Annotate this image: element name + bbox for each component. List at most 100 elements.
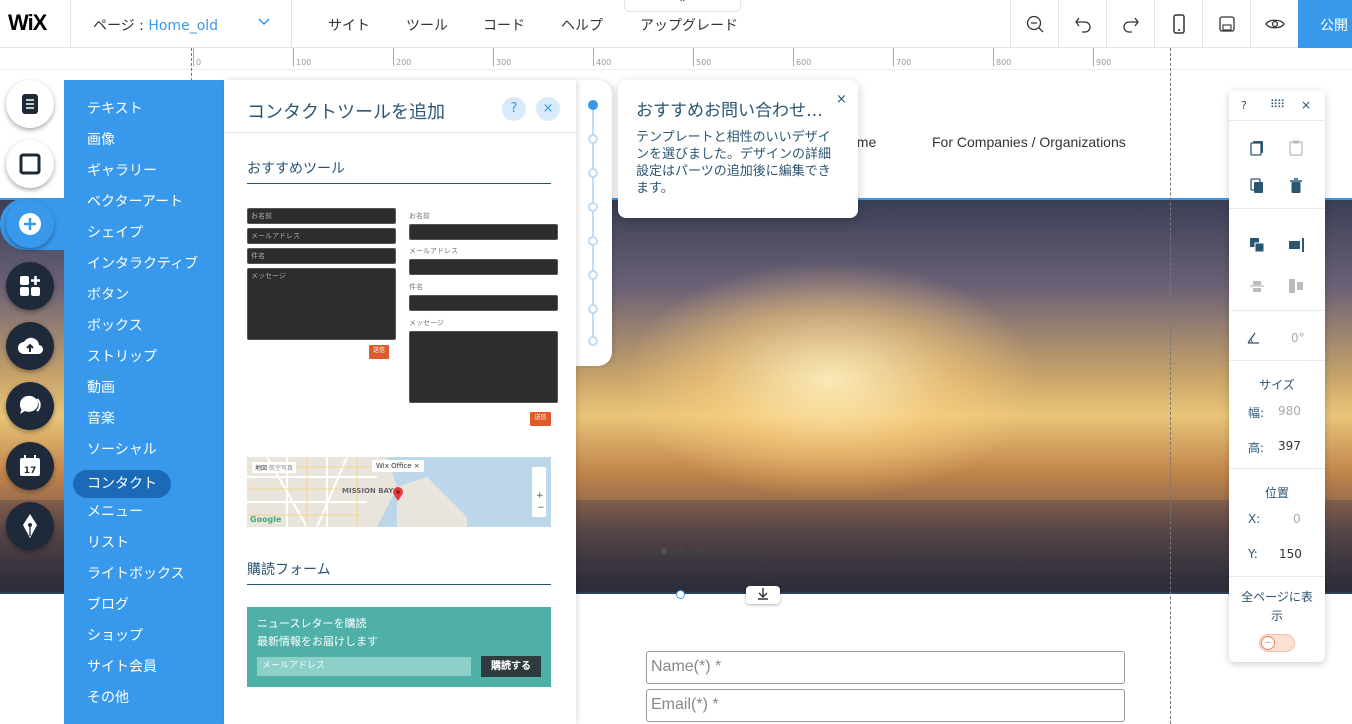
category-item[interactable]: コンタクト xyxy=(73,470,171,498)
delete-icon[interactable] xyxy=(1286,176,1306,196)
pen-icon xyxy=(23,514,37,538)
paste-icon[interactable] xyxy=(1286,138,1306,158)
zoom-out-icon[interactable] xyxy=(1010,0,1058,48)
distribute-icon[interactable] xyxy=(1247,276,1267,296)
newsletter-form-thumb[interactable]: ニュースレターを購読 最新情報をお届けします メールアドレス 購読する xyxy=(247,607,551,687)
preview-icon[interactable] xyxy=(1250,0,1298,48)
category-item[interactable]: ボックス xyxy=(64,315,224,346)
scroll-dot[interactable] xyxy=(588,304,598,314)
rotation-value[interactable]: 0° xyxy=(1291,331,1305,345)
category-item[interactable]: リスト xyxy=(64,532,224,563)
mobile-icon[interactable] xyxy=(1154,0,1202,48)
menu-tools[interactable]: ツール xyxy=(406,15,448,35)
copy-icon[interactable] xyxy=(1247,138,1267,158)
save-icon[interactable] xyxy=(1202,0,1250,48)
recommended-tooltip: おすすめお問い合わせ… テンプレートと相性のいいデザインを選びました。デザインの… xyxy=(618,80,858,218)
redo-icon[interactable] xyxy=(1106,0,1154,48)
strip-stretch-handle[interactable] xyxy=(746,586,780,604)
rotate-icon[interactable] xyxy=(1243,328,1263,348)
scroll-dot[interactable] xyxy=(588,236,598,246)
section-divider xyxy=(247,183,551,184)
inspector-help[interactable]: ? xyxy=(1241,99,1247,112)
arrange-icon[interactable] xyxy=(1247,235,1267,255)
section-scroll-nav[interactable] xyxy=(576,80,612,366)
form-field xyxy=(409,259,558,275)
category-item[interactable]: サイト会員 xyxy=(64,656,224,687)
ruler-tick: 700 xyxy=(893,48,911,67)
add-categories-panel: テキスト 画像 ギャラリー ベクターアート シェイプ インタラクティブ ボタン ボックス ストリ… xyxy=(64,80,224,724)
category-item[interactable]: シェイプ xyxy=(64,222,224,253)
category-item[interactable]: 画像 xyxy=(64,129,224,160)
bookings-button[interactable]: 17 xyxy=(6,442,54,490)
show-all-pages-toggle[interactable]: − xyxy=(1259,634,1295,652)
form-field: メッセージ xyxy=(247,268,396,340)
undo-icon[interactable] xyxy=(1058,0,1106,48)
category-item[interactable]: ブログ xyxy=(64,594,224,625)
scroll-dot[interactable] xyxy=(588,270,598,280)
background-button[interactable] xyxy=(6,140,54,188)
inspector-close[interactable]: × xyxy=(1301,98,1311,112)
collapse-toolbar-tab[interactable]: ⌃ xyxy=(624,0,741,12)
category-item[interactable]: ギャラリー xyxy=(64,160,224,191)
email-field[interactable]: Email(*) * xyxy=(646,689,1125,722)
help-button[interactable]: ? xyxy=(502,97,526,121)
site-nav-item[interactable]: For Companies / Organizations xyxy=(932,134,1126,150)
category-item[interactable]: ショップ xyxy=(64,625,224,656)
name-field[interactable]: Name(*) * xyxy=(646,651,1125,684)
scroll-dot-active[interactable] xyxy=(588,100,598,110)
upload-button[interactable] xyxy=(6,322,54,370)
category-item[interactable]: ボタン xyxy=(64,284,224,315)
form-label: お名前 xyxy=(409,212,430,220)
scroll-dot[interactable] xyxy=(588,168,598,178)
ruler-tick: 300 xyxy=(493,48,511,67)
google-map-thumb[interactable]: 地図 航空写真 Wix Office × MISSION BAY Google … xyxy=(247,457,551,527)
category-item[interactable]: ソーシャル xyxy=(64,439,224,470)
toggle-knob: − xyxy=(1261,636,1275,650)
match-size-icon[interactable] xyxy=(1286,276,1306,296)
category-item[interactable]: ベクターアート xyxy=(64,191,224,222)
scroll-dot[interactable] xyxy=(588,134,598,144)
y-label: Y: xyxy=(1248,547,1258,561)
category-item[interactable]: 動画 xyxy=(64,377,224,408)
form-field xyxy=(409,295,558,311)
align-icon[interactable] xyxy=(1286,235,1306,255)
tooltip-close-icon[interactable]: × xyxy=(836,92,847,107)
category-item[interactable]: テキスト xyxy=(64,98,224,129)
close-button[interactable]: × xyxy=(536,97,560,121)
publish-button[interactable]: 公開 xyxy=(1298,0,1352,48)
contact-form-thumb-2[interactable]: お名前 メールアドレス 件名 メッセージ 送信 xyxy=(409,208,559,428)
add-button[interactable] xyxy=(6,200,54,248)
width-value[interactable]: 980 xyxy=(1278,404,1301,418)
scroll-dot[interactable] xyxy=(588,202,598,212)
category-item[interactable]: その他 xyxy=(64,687,224,718)
slide-dots[interactable] xyxy=(660,540,706,559)
ruler-tick: 800 xyxy=(993,48,1011,67)
add-apps-button[interactable] xyxy=(6,262,54,310)
category-item[interactable]: メニュー xyxy=(64,501,224,532)
menu-upgrade[interactable]: アップグレード xyxy=(640,15,738,35)
height-value[interactable]: 397 xyxy=(1278,439,1301,453)
background-icon xyxy=(19,153,41,175)
chat-button[interactable] xyxy=(6,382,54,430)
ruler-tick: 500 xyxy=(693,48,711,67)
contact-form-thumb-1[interactable]: お名前 メールアドレス 件名 メッセージ 送信 xyxy=(247,208,397,359)
menu-site[interactable]: サイト xyxy=(328,15,370,35)
y-value[interactable]: 150 xyxy=(1279,547,1302,561)
page-selector[interactable]: ページ : Home_old xyxy=(70,0,292,48)
resize-handle[interactable] xyxy=(676,590,685,599)
category-item[interactable]: インタラクティブ xyxy=(64,253,224,284)
category-item[interactable]: ライトボックス xyxy=(64,563,224,594)
menu-code[interactable]: コード xyxy=(483,15,525,35)
wix-logo[interactable]: WiX xyxy=(8,10,47,36)
menu-help[interactable]: ヘルプ xyxy=(561,15,603,35)
blog-button[interactable] xyxy=(6,502,54,550)
x-value[interactable]: 0 xyxy=(1293,512,1301,526)
category-item[interactable]: ストリップ xyxy=(64,346,224,377)
plus-icon xyxy=(19,213,41,235)
pages-menu-button[interactable] xyxy=(6,80,54,128)
tooltip-title: おすすめお問い合わせ… xyxy=(636,101,823,121)
drag-handle-icon[interactable]: ⠿⠿ xyxy=(1270,98,1285,111)
category-item[interactable]: 音楽 xyxy=(64,408,224,439)
duplicate-icon[interactable] xyxy=(1247,176,1267,196)
scroll-dot[interactable] xyxy=(588,336,598,346)
